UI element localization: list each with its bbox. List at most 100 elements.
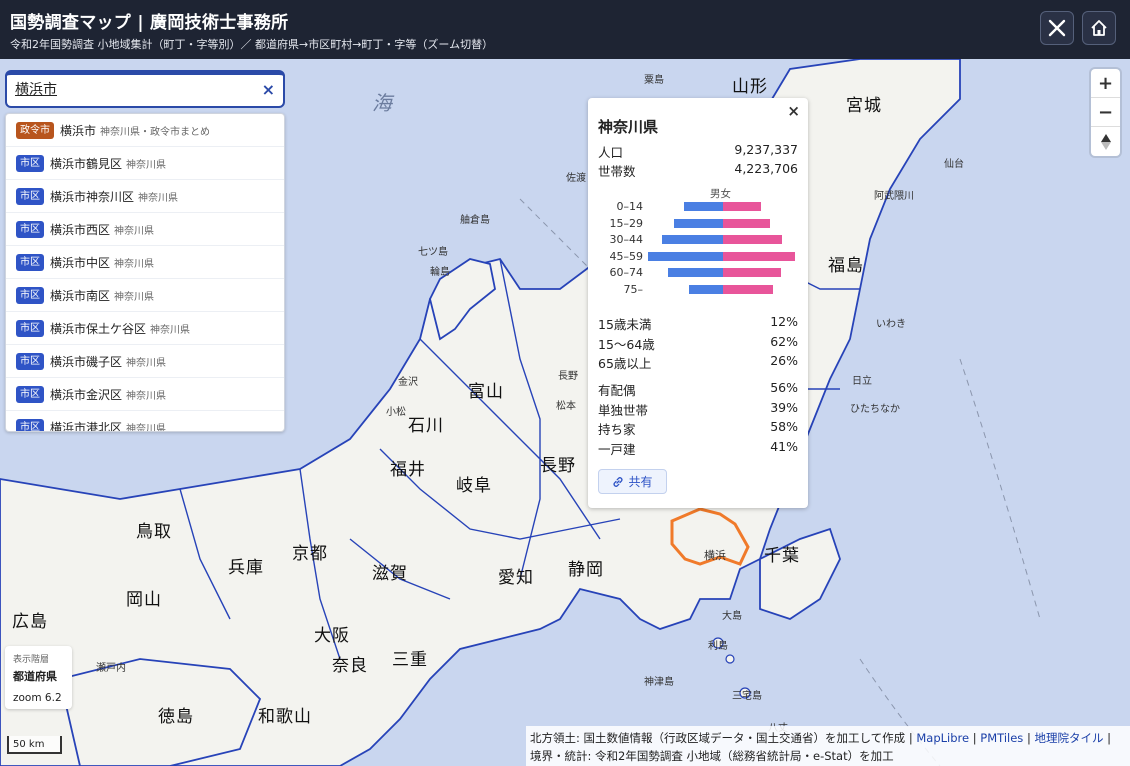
- result-type-badge: 政令市: [16, 121, 54, 139]
- search-input[interactable]: [15, 81, 245, 97]
- compass-icon: [1100, 133, 1111, 150]
- map-label-tokushima: 徳島: [158, 707, 194, 727]
- gsi-tiles-link[interactable]: 地理院タイル: [1034, 731, 1103, 745]
- close-popup-button[interactable]: ×: [787, 102, 800, 120]
- map-label-shiga: 滋賀: [372, 564, 408, 584]
- map-label-miyakejima: 三宅島: [732, 691, 762, 702]
- search-result-item[interactable]: 市区 横浜市鶴見区 神奈川県: [6, 147, 284, 180]
- stat-label: 15歳未満: [598, 317, 652, 332]
- x-share-button[interactable]: [1040, 11, 1074, 45]
- result-name: 横浜市中区: [50, 255, 111, 270]
- share-button[interactable]: 共有: [598, 469, 667, 494]
- pmtiles-link[interactable]: PMTiles: [980, 731, 1023, 745]
- stat-label: 持ち家: [598, 422, 636, 437]
- pyramid-male-bar: [667, 268, 723, 278]
- pyramid-male-bar: [648, 251, 723, 261]
- households-row: 世帯数 4,223,706: [598, 161, 798, 180]
- maplibre-link[interactable]: MapLibre: [916, 731, 969, 745]
- map-label-hitachi: 日立: [852, 376, 872, 387]
- result-name: 横浜市神奈川区: [50, 189, 135, 204]
- map-label-komatsu: 小松: [386, 407, 406, 418]
- map-label-awashima: 粟島: [644, 75, 664, 86]
- zoom-in-button[interactable]: +: [1091, 69, 1120, 98]
- zoom-out-button[interactable]: −: [1091, 98, 1120, 127]
- stat-label: 単独世帯: [598, 402, 649, 418]
- pyramid-female-bar: [723, 285, 773, 294]
- map-label-kanazawa: 金沢: [398, 377, 418, 388]
- result-name: 横浜市西区: [50, 222, 111, 237]
- map-label-gifu: 岐阜: [456, 476, 492, 496]
- search-result-item[interactable]: 市区 横浜市中区 神奈川県: [6, 246, 284, 279]
- result-prefecture: 神奈川県: [126, 159, 167, 171]
- page-subtitle: 令和2年国勢調査 小地域集計（町丁・字等別）／ 都道府県→市区町村→町丁・字等（…: [10, 38, 494, 51]
- zoom-controls: + −: [1091, 69, 1120, 156]
- search-result-item[interactable]: 政令市 横浜市 神奈川県・政令市まとめ: [6, 114, 284, 147]
- result-type-badge: 市区: [16, 220, 44, 238]
- map-label-sado: 佐渡: [566, 173, 586, 184]
- attribution-text-1: 北方領土: 国土数値情報（行政区域データ・国土交通省）を加工して作成 |: [530, 731, 913, 745]
- page-title: 国勢調査マップ | 廣岡技術士事務所: [10, 13, 289, 33]
- result-prefecture: 神奈川県: [114, 291, 155, 303]
- pyramid-male-bar: [684, 202, 723, 211]
- result-type-badge: 市区: [16, 154, 44, 172]
- search-result-item[interactable]: 市区 横浜市港北区 神奈川県: [6, 411, 284, 432]
- stat-row: 15歳未満 12%: [598, 314, 798, 333]
- pyramid-female-bar: [723, 251, 795, 261]
- sea-label: 海: [372, 91, 393, 115]
- attribution-line-2: 境界・統計: 令和2年国勢調査 小地域（総務省統計局・e-Stat）を加工: [530, 749, 894, 763]
- map-label-matsumoto: 松本: [556, 401, 576, 412]
- map-label-nara: 奈良: [332, 656, 368, 676]
- search-result-item[interactable]: 市区 横浜市金沢区 神奈川県: [6, 378, 284, 411]
- search-result-item[interactable]: 市区 横浜市神奈川区 神奈川県: [6, 180, 284, 213]
- search-result-item[interactable]: 市区 横浜市西区 神奈川県: [6, 213, 284, 246]
- result-name: 横浜市: [60, 123, 97, 138]
- households-label: 世帯数: [598, 164, 636, 179]
- pyramid-male-bar: [673, 218, 723, 228]
- stat-row: 65歳以上 26%: [598, 353, 798, 372]
- x-logo-icon: [1048, 19, 1066, 37]
- map-label-aichi: 愛知: [498, 568, 534, 588]
- result-prefecture: 神奈川県: [126, 390, 167, 402]
- result-prefecture: 神奈川県: [114, 225, 155, 237]
- pyramid-age-label: 60–74: [609, 266, 644, 280]
- pyramid-female-bar: [723, 268, 781, 278]
- pyramid-age-label: 30–44: [609, 233, 644, 247]
- level-indicator: 表示階層 都道府県 zoom 6.2: [5, 646, 72, 709]
- search-result-item[interactable]: 市区 横浜市磯子区 神奈川県: [6, 345, 284, 378]
- stat-row: 単独世帯 39%: [598, 400, 798, 419]
- map-label-hitachinaka: ひたちなか: [850, 404, 900, 415]
- popup-title: 神奈川県: [598, 118, 659, 136]
- result-type-badge: 市区: [16, 319, 44, 337]
- map-label-sendai: 仙台: [944, 159, 964, 170]
- search-results[interactable]: 政令市 横浜市 神奈川県・政令市まとめ 市区 横浜市鶴見区 神奈川県 市区 横浜市神奈川区 神奈…: [5, 113, 285, 432]
- link-icon: [613, 476, 624, 487]
- result-type-badge: 市区: [16, 418, 44, 431]
- search-result-item[interactable]: 市区 横浜市保土ケ谷区 神奈川県: [6, 312, 284, 345]
- map-label-fukushima: 福島: [828, 256, 864, 276]
- map-label-tottori: 鳥取: [136, 522, 172, 542]
- zoom-level: zoom 6.2: [13, 692, 62, 704]
- map-label-yokohama: 横浜: [704, 549, 726, 562]
- stat-value: 62%: [770, 333, 798, 349]
- search-result-item[interactable]: 市区 横浜市南区 神奈川県: [6, 279, 284, 312]
- clear-search-icon[interactable]: ×: [262, 80, 275, 99]
- compass-button[interactable]: [1091, 127, 1120, 156]
- stat-row: 一戸建 41%: [598, 439, 798, 458]
- map-label-toshima: 利島: [708, 641, 728, 652]
- home-button[interactable]: [1082, 11, 1116, 45]
- population-label: 人口: [598, 145, 624, 160]
- map-label-hyogo: 兵庫: [228, 558, 264, 578]
- stat-value: 58%: [770, 419, 798, 434]
- search-box[interactable]: ×: [5, 70, 285, 108]
- result-prefecture: 神奈川県: [126, 423, 167, 432]
- result-type-badge: 市区: [16, 385, 44, 403]
- stat-label: 有配偶: [598, 383, 636, 398]
- pyramid-age-label: 45–59: [609, 249, 644, 263]
- pyramid-male-bar: [661, 235, 723, 245]
- pyramid-age-label: 15–29: [609, 216, 644, 230]
- stat-value: 56%: [770, 380, 798, 395]
- result-prefecture: 神奈川県・政令市まとめ: [100, 126, 211, 138]
- stat-value: 41%: [770, 438, 798, 454]
- map-label-hiroshima: 広島: [12, 612, 48, 632]
- app-header: 国勢調査マップ | 廣岡技術士事務所 令和2年国勢調査 小地域集計（町丁・字等別…: [0, 0, 1130, 59]
